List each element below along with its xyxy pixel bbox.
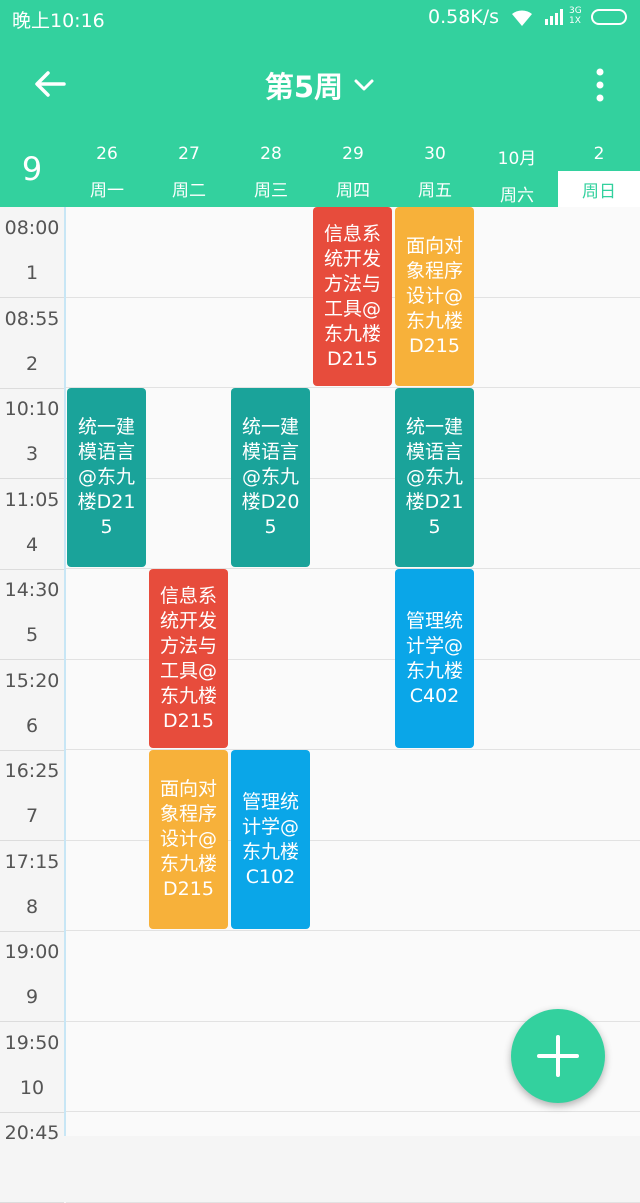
course-label: 信息系统开发方法与工具@东九楼D215 bbox=[159, 584, 217, 732]
day-header-7: 2周日 bbox=[558, 171, 640, 207]
day-number: 10月 bbox=[497, 149, 537, 169]
network-type: 3G 1X bbox=[569, 6, 582, 26]
course-card[interactable]: 管理统计学@东九楼C402 bbox=[395, 569, 474, 748]
day-header-6: 10月周六 bbox=[476, 140, 558, 207]
timetable-grid: 08:00 1 08:55 2 10:10 3 11:05 4 14:30 5 15:20 6 16:2… bbox=[0, 207, 640, 1203]
week-title[interactable]: 第5周 bbox=[265, 64, 343, 106]
day-header-3: 28 周三 bbox=[230, 140, 312, 207]
week-selector[interactable]: 第5周 bbox=[0, 64, 640, 106]
period-time: 11:05 bbox=[4, 488, 60, 511]
period-cell: 10:10 3 bbox=[0, 388, 64, 479]
signal-icon bbox=[545, 9, 567, 29]
row-divider bbox=[66, 1201, 640, 1203]
day-number: 29 bbox=[342, 144, 364, 164]
course-card[interactable]: 面向对象程序设计@东九楼D215 bbox=[395, 207, 474, 386]
course-card[interactable]: 信息系统开发方法与工具@东九楼D215 bbox=[149, 569, 228, 748]
day-header-2: 27 周二 bbox=[148, 140, 230, 207]
course-label: 管理统计学@东九楼C102 bbox=[241, 790, 299, 888]
period-cell: 08:00 1 bbox=[0, 207, 64, 298]
course-card[interactable]: 管理统计学@东九楼C102 bbox=[231, 750, 310, 929]
plus-icon[interactable] bbox=[511, 1009, 605, 1103]
period-number: 10 bbox=[19, 1076, 45, 1099]
course-label: 面向对象程序设计@东九楼D215 bbox=[405, 235, 463, 357]
more-menu-icon[interactable] bbox=[588, 66, 612, 106]
period-cell: 11:05 4 bbox=[0, 479, 64, 570]
add-course-button[interactable] bbox=[511, 1009, 605, 1103]
status-speed: 0.58K/s bbox=[428, 6, 500, 28]
battery-icon bbox=[591, 9, 627, 25]
period-time: 08:55 bbox=[4, 307, 60, 330]
period-cell: 15:20 6 bbox=[0, 660, 64, 751]
day-number: 30 bbox=[424, 144, 446, 164]
course-card[interactable]: 统一建模语言@东九楼D215 bbox=[67, 388, 146, 567]
day-name: 周二 bbox=[172, 181, 206, 201]
period-number: 5 bbox=[25, 624, 39, 646]
day-header-4: 29 周四 bbox=[312, 140, 394, 207]
period-cell: 16:25 7 bbox=[0, 750, 64, 841]
day-number: 26 bbox=[96, 144, 118, 164]
period-time: 20:45 bbox=[4, 1122, 60, 1144]
period-number: 1 bbox=[25, 262, 39, 284]
status-time: 晚上10:16 bbox=[12, 10, 105, 32]
day-name: 周四 bbox=[336, 181, 370, 201]
wifi-icon bbox=[510, 8, 534, 32]
course-card[interactable]: 面向对象程序设计@东九楼D215 bbox=[149, 750, 228, 929]
period-time: 19:00 bbox=[4, 941, 60, 963]
day-number: 28 bbox=[260, 144, 282, 164]
day-number: 27 bbox=[178, 144, 200, 164]
course-label: 统一建模语言@东九楼D215 bbox=[405, 416, 464, 538]
row-divider bbox=[66, 930, 640, 931]
day-name: 周三 bbox=[254, 181, 288, 201]
period-cell: 14:30 5 bbox=[0, 569, 64, 660]
course-label: 统一建模语言@东九楼D215 bbox=[77, 416, 136, 538]
period-cell: 08:55 2 bbox=[0, 298, 64, 389]
course-label: 管理统计学@东九楼C402 bbox=[405, 609, 463, 707]
status-bar: 晚上10:16 0.58K/s 3G 1X bbox=[0, 0, 640, 36]
period-cell: 17:15 8 bbox=[0, 841, 64, 932]
period-time: 19:50 bbox=[4, 1031, 60, 1054]
period-cell: 19:00 9 bbox=[0, 931, 64, 1022]
course-card[interactable]: 统一建模语言@东九楼D215 bbox=[395, 388, 474, 567]
day-name: 周五 bbox=[418, 181, 452, 201]
period-number: 2 bbox=[25, 352, 39, 375]
period-number: 7 bbox=[25, 805, 39, 827]
row-divider bbox=[66, 1111, 640, 1112]
period-time: 15:20 bbox=[4, 669, 60, 692]
period-cell: 19:50 10 bbox=[0, 1022, 64, 1113]
time-column: 08:00 1 08:55 2 10:10 3 11:05 4 14:30 5 15:20 6 16:2… bbox=[0, 207, 66, 1203]
day-name: 周一 bbox=[90, 181, 124, 201]
month-label: 9 bbox=[21, 150, 43, 188]
row-divider bbox=[66, 387, 640, 388]
period-number: 9 bbox=[25, 986, 39, 1008]
period-time: 10:10 bbox=[4, 398, 60, 420]
day-number: 2 bbox=[593, 144, 605, 164]
period-time: 17:15 bbox=[4, 850, 60, 873]
period-number: 6 bbox=[25, 714, 39, 737]
period-time: 16:25 bbox=[4, 760, 60, 782]
day-name: 周六 bbox=[500, 186, 534, 206]
period-number: 4 bbox=[25, 533, 39, 556]
day-name: 周日 bbox=[582, 182, 616, 202]
day-header-5: 30 周五 bbox=[394, 140, 476, 207]
period-number: 3 bbox=[25, 443, 39, 465]
course-card[interactable]: 统一建模语言@东九楼D205 bbox=[231, 388, 310, 567]
course-label: 面向对象程序设计@东九楼D215 bbox=[159, 778, 217, 900]
course-label: 统一建模语言@东九楼D205 bbox=[241, 416, 300, 538]
period-number: 8 bbox=[25, 895, 39, 918]
course-card[interactable]: 信息系统开发方法与工具@东九楼D215 bbox=[313, 207, 392, 386]
row-divider bbox=[66, 477, 640, 479]
period-cell: 20:45 bbox=[0, 1112, 64, 1203]
course-label: 信息系统开发方法与工具@东九楼D215 bbox=[323, 222, 381, 370]
chevron-down-icon[interactable] bbox=[353, 78, 375, 92]
day-header-1: 26 周一 bbox=[66, 140, 148, 207]
period-time: 08:00 bbox=[4, 217, 60, 239]
period-time: 14:30 bbox=[4, 579, 60, 601]
